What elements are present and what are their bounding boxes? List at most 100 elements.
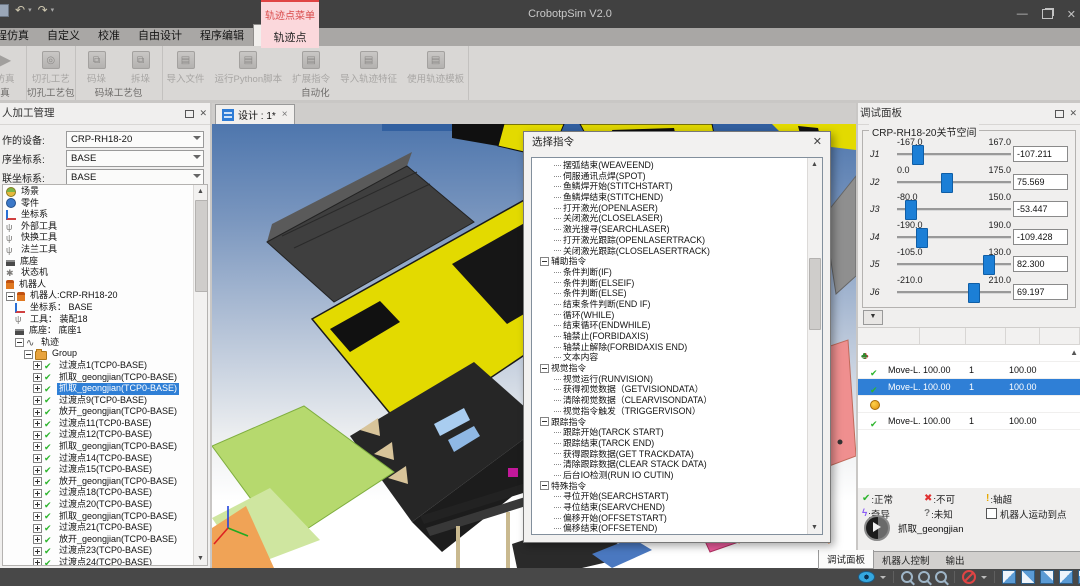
chevron-down-icon[interactable] [880,576,886,579]
close-panel-icon[interactable]: ✕ [1069,103,1077,124]
dialog-title-bar[interactable]: 选择指令 ✕ [524,132,830,153]
joint-value-field[interactable]: 82.300 [1013,256,1068,272]
joint-slider-track[interactable] [897,153,1011,156]
command-item[interactable]: 关闭激光(CLOSELASER) [532,213,807,224]
tree-item[interactable]: 过渡点12(TCP0-BASE) [3,429,193,441]
tree-item[interactable]: 过渡点24(TCP0-BASE) [3,557,193,565]
joint-slider-thumb[interactable] [983,255,995,275]
table-row[interactable]: Move-L... 100.00 1 100.00 [858,362,1080,379]
minimize-button[interactable]: — [1017,8,1028,20]
zoom-out-icon[interactable] [935,571,947,583]
expander-icon[interactable] [33,477,42,486]
tree-item[interactable]: 状态机 [3,267,193,279]
table-row[interactable] [858,396,1080,413]
column-header[interactable] [966,328,1006,344]
tree-item[interactable]: 场景 [3,186,193,198]
tree-item[interactable]: 过渡点9(TCP0-BASE) [3,395,193,407]
column-header[interactable] [920,328,966,344]
design-tab[interactable]: 设计 : 1* × [215,104,295,124]
command-item[interactable]: 跟踪结束(TARCK END) [532,438,807,449]
tab-close-icon[interactable]: × [282,109,288,120]
ribbon-button[interactable]: ▤ 运行Python脚本 [211,48,287,86]
table-row[interactable]: Move-L... 100.00 1 100.00 [858,413,1080,430]
section-forbid-icon[interactable] [962,570,976,584]
command-item[interactable]: 视觉指令触发（TRIGGERVISON） [532,406,807,417]
checkbox-icon[interactable] [986,508,997,519]
expander-icon[interactable] [33,535,42,544]
tree-item[interactable]: 过渡点20(TCP0-BASE) [3,499,193,511]
dock-tab[interactable]: 机器人控制 [874,551,938,569]
simulate-button[interactable]: ▶ 仿真 [0,48,26,86]
column-header[interactable] [1040,328,1080,344]
tree-item[interactable]: 放开_geongjian(TCP0-BASE) [3,406,193,418]
ribbon-button[interactable]: ▤ 使用轨迹模板 [403,48,468,86]
command-item[interactable]: 跟踪指令 [532,417,807,428]
move-to-point-checkbox[interactable]: 机器人运动到点 [986,507,1078,521]
expander-icon[interactable] [540,257,549,266]
expander-icon[interactable] [540,481,549,490]
view-cube-left-icon[interactable] [1059,570,1073,584]
command-item[interactable]: 循环(WHILE) [532,310,807,321]
expander-icon[interactable] [33,454,42,463]
tree-item[interactable]: 过渡点15(TCP0-BASE) [3,464,193,476]
ribbon-tab[interactable]: 自定义 [38,25,89,46]
command-item[interactable]: 关闭激光跟踪(CLOSELASERTRACK) [532,246,807,257]
expander-icon[interactable] [33,384,42,393]
table-scroll-up-icon[interactable]: ▲ [1070,348,1078,357]
ribbon-button[interactable]: ▤ 扩展指令 [288,48,334,86]
joint-slider-thumb[interactable] [968,283,980,303]
command-item[interactable]: 摆弧结束(WEAVEEND) [532,160,807,171]
joint-slider-track[interactable] [897,181,1011,184]
visibility-eye-icon[interactable] [858,571,875,583]
dropdown-select[interactable]: BASE [66,150,204,167]
dialog-scrollbar[interactable]: ▲ ▼ [807,158,822,534]
play-button[interactable] [864,515,890,541]
command-item[interactable]: 寻位开始(SEARCHSTART) [532,491,807,502]
tree-item[interactable]: 过渡点14(TCP0-BASE) [3,453,193,465]
command-item[interactable]: 后台IO检测(RUN IO CUTIN) [532,470,807,481]
expander-icon[interactable] [33,373,42,382]
ribbon-tab[interactable]: 自由设计 [129,25,191,46]
close-panel-icon[interactable]: ✕ [199,103,207,124]
joint-value-field[interactable]: -109.428 [1013,229,1068,245]
tab-trajectory-point[interactable]: 轨迹点 [261,29,319,45]
command-item[interactable]: 跟踪开始(TARCK START) [532,427,807,438]
command-item[interactable]: 结束循环(ENDWHILE) [532,320,807,331]
joint-slider-track[interactable] [897,208,1011,211]
command-item[interactable]: 鱼鳞焊结束(STITCHEND) [532,192,807,203]
tree-item[interactable]: 抓取_geongjian(TCP0-BASE) [3,372,193,384]
joint-slider-thumb[interactable] [916,228,928,248]
expander-icon[interactable] [6,292,15,301]
tree-item[interactable]: 外部工具 [3,221,193,233]
joint-slider-track[interactable] [897,236,1011,239]
ribbon-button[interactable]: ▤ 导入轨迹特征 [336,48,401,86]
expander-icon[interactable] [33,512,42,521]
tree-item[interactable]: 过渡点21(TCP0-BASE) [3,522,193,534]
expander-icon[interactable] [540,417,549,426]
command-item[interactable]: 寻位结束(SEARVCHEND) [532,502,807,513]
command-item[interactable]: 打开激光(OPENLASER) [532,203,807,214]
tree-scrollbar[interactable]: ▲ ▼ [193,185,207,565]
expander-icon[interactable] [540,364,549,373]
tree-item[interactable]: 底座： 底座1 [3,325,193,337]
column-header[interactable] [858,328,920,344]
expander-icon[interactable] [33,396,42,405]
joint-value-field[interactable]: 75.569 [1013,174,1068,190]
command-item[interactable]: 获得视觉数据（GETVISIONDATA） [532,384,807,395]
joint-slider-track[interactable] [897,263,1011,266]
view-cube-front-icon[interactable] [1021,570,1035,584]
command-item[interactable]: 轴禁止(FORBIDAXIS) [532,331,807,342]
tree-item[interactable]: 底座 [3,256,193,268]
ribbon-tab[interactable]: 校准 [89,25,129,46]
ribbon-button[interactable]: ⧉ 码垛 [76,48,118,86]
expander-icon[interactable] [33,442,42,451]
scroll-thumb[interactable] [809,258,821,330]
dialog-close-icon[interactable]: ✕ [813,132,822,153]
scroll-down-icon[interactable]: ▼ [194,552,207,565]
scroll-thumb[interactable] [195,200,208,292]
undo-dropdown-icon[interactable]: ▾ [28,6,32,14]
expander-icon[interactable] [33,419,42,428]
tree-item[interactable]: 放开_geongjian(TCP0-BASE) [3,476,193,488]
command-item[interactable]: 偏移结束(OFFSETEND) [532,523,807,534]
scroll-down-icon[interactable]: ▼ [808,521,821,534]
